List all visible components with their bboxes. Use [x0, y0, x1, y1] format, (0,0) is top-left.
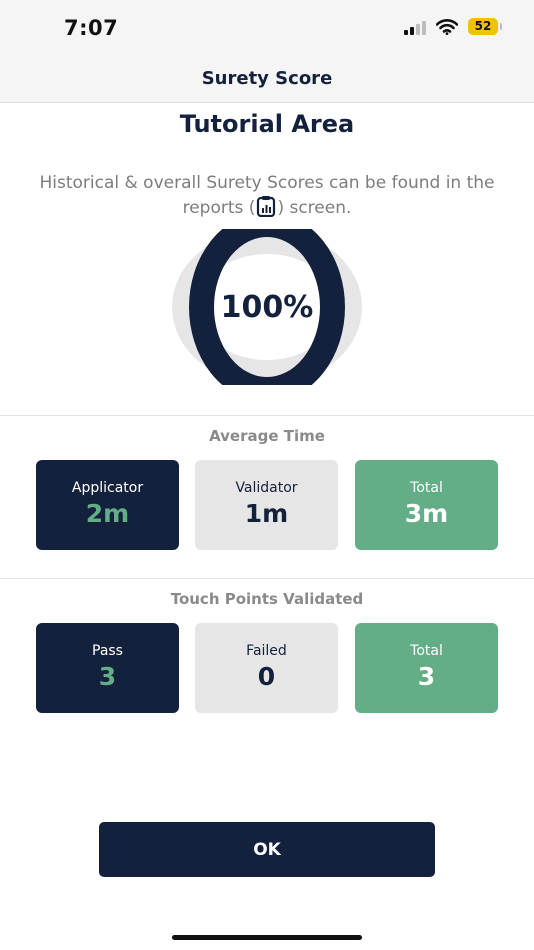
average-time-title: Average Time [209, 427, 325, 445]
card-value: 3 [98, 662, 117, 691]
card-value: 3m [404, 499, 449, 528]
cellular-signal-icon [404, 19, 426, 35]
card-value: 1m [244, 499, 289, 528]
validator-time-card: Validator 1m [195, 460, 338, 550]
card-label: Validator [235, 480, 298, 496]
card-value: 0 [257, 662, 276, 691]
nav-bar: Surety Score [0, 56, 534, 103]
card-label: Failed [246, 643, 287, 659]
pass-count-card: Pass 3 [36, 623, 179, 713]
total-count-card: Total 3 [355, 623, 498, 713]
status-time: 7:07 [64, 16, 119, 40]
ok-button[interactable]: OK [99, 822, 435, 877]
divider [0, 415, 534, 416]
card-value: 2m [85, 499, 130, 528]
card-label: Pass [92, 643, 123, 659]
nav-title: Surety Score [201, 68, 333, 89]
wifi-icon [436, 18, 458, 35]
divider [0, 578, 534, 579]
home-indicator[interactable] [172, 935, 362, 940]
battery-icon: 52 [468, 18, 502, 35]
card-label: Applicator [71, 480, 144, 496]
status-bar: 7:07 52 [0, 0, 534, 56]
card-label: Total [410, 643, 443, 659]
status-icons: 52 [404, 18, 502, 35]
applicator-time-card: Applicator 2m [36, 460, 179, 550]
failed-count-card: Failed 0 [195, 623, 338, 713]
score-value: 100% [220, 289, 314, 325]
intro-text: Historical & overall Surety Scores can b… [20, 172, 514, 220]
card-label: Total [410, 480, 443, 496]
total-time-card: Total 3m [355, 460, 498, 550]
clipboard-chart-icon [257, 196, 276, 217]
touch-points-title: Touch Points Validated [170, 590, 364, 608]
page-title: Tutorial Area [179, 110, 355, 138]
intro-text-after: ) screen. [277, 198, 352, 218]
card-value: 3 [417, 662, 436, 691]
